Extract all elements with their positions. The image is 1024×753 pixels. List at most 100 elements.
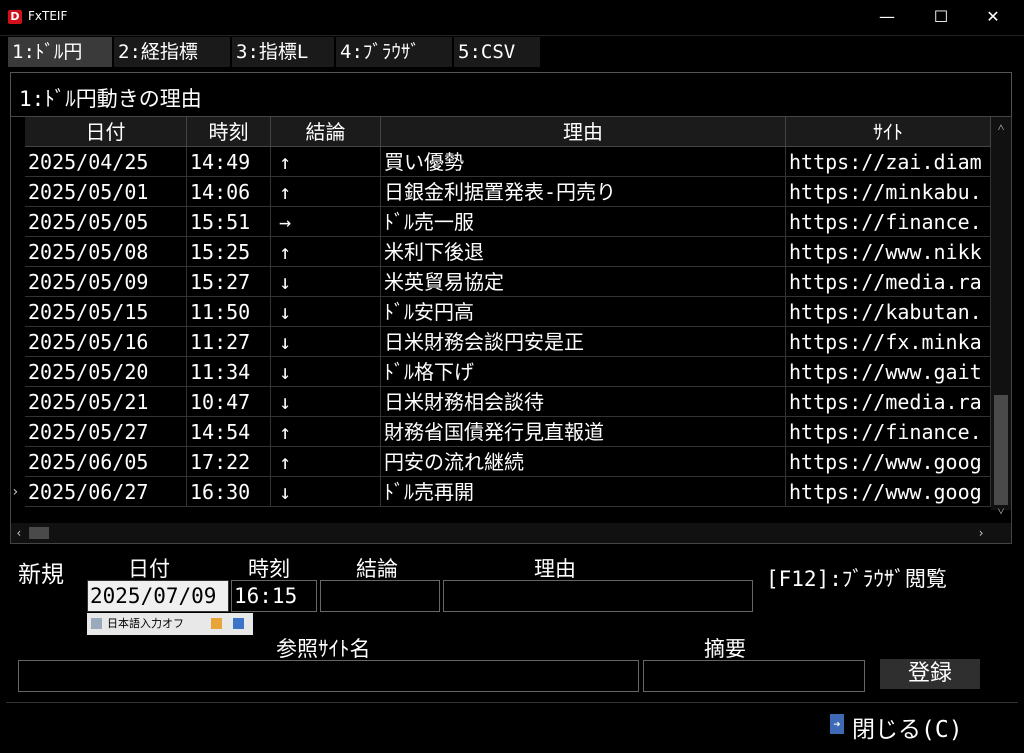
cell-site[interactable]: https://www.gait bbox=[786, 357, 991, 387]
tab-csv[interactable]: 5:CSV bbox=[454, 37, 540, 67]
cell-site[interactable]: https://finance. bbox=[786, 417, 991, 447]
cell-date[interactable]: 2025/06/27 bbox=[25, 477, 187, 507]
table-row[interactable]: 2025/05/01 14:06 ↑ 日銀金利据置発表-円売り https://mink… bbox=[11, 177, 991, 207]
cell-site[interactable]: https://www.goog bbox=[786, 477, 991, 507]
tab-usdjpy[interactable]: 1:ﾄﾞﾙ円 bbox=[8, 37, 112, 67]
column-header-site[interactable]: ｻｲﾄ bbox=[786, 117, 991, 147]
table-row[interactable]: 2025/05/27 14:54 ↑ 財務省国債発行見直報道 https://finan… bbox=[11, 417, 991, 447]
maximize-button[interactable]: ☐ bbox=[918, 0, 964, 34]
scroll-left-icon[interactable]: ‹ bbox=[11, 525, 27, 541]
cell-reason[interactable]: ﾄﾞﾙ売再開 bbox=[381, 477, 786, 507]
cell-reason[interactable]: 日銀金利据置発表-円売り bbox=[381, 177, 786, 207]
cell-conclusion[interactable]: ↓ bbox=[271, 267, 381, 297]
date-input[interactable]: 2025/07/09 bbox=[87, 580, 229, 612]
register-button[interactable]: 登録 bbox=[880, 659, 980, 689]
table-row[interactable]: 2025/05/09 15:27 ↓ 米英貿易協定 https://media.ra bbox=[11, 267, 991, 297]
cell-reason[interactable]: 日米財務相会談待 bbox=[381, 387, 786, 417]
cell-conclusion[interactable]: ↓ bbox=[271, 357, 381, 387]
table-row[interactable]: 2025/05/15 11:50 ↓ ﾄﾞﾙ安円高 https://kabutan. bbox=[11, 297, 991, 327]
cell-time[interactable]: 10:47 bbox=[187, 387, 271, 417]
ime-menu-icon[interactable] bbox=[233, 618, 244, 629]
cell-site[interactable]: https://minkabu. bbox=[786, 177, 991, 207]
scroll-down-icon[interactable]: ˅ bbox=[991, 503, 1011, 519]
cell-date[interactable]: 2025/05/21 bbox=[25, 387, 187, 417]
time-input[interactable]: 16:15 bbox=[231, 580, 317, 612]
cell-conclusion[interactable]: ↑ bbox=[271, 447, 381, 477]
close-window-button[interactable]: ✕ bbox=[970, 0, 1016, 34]
site-name-input[interactable] bbox=[18, 660, 639, 692]
cell-date[interactable]: 2025/05/09 bbox=[25, 267, 187, 297]
table-row[interactable]: 2025/06/05 17:22 ↑ 円安の流れ継続 https://www.goog bbox=[11, 447, 991, 477]
minimize-button[interactable]: — bbox=[864, 0, 910, 34]
cell-time[interactable]: 15:25 bbox=[187, 237, 271, 267]
tab-indicator-list[interactable]: 3:指標L bbox=[232, 37, 334, 67]
cell-time[interactable]: 17:22 bbox=[187, 447, 271, 477]
cell-conclusion[interactable]: ↓ bbox=[271, 327, 381, 357]
table-row[interactable]: 2025/05/05 15:51 → ﾄﾞﾙ売一服 https://finance. bbox=[11, 207, 991, 237]
horizontal-scroll-thumb[interactable] bbox=[29, 527, 49, 539]
column-header-conclusion[interactable]: 結論 bbox=[271, 117, 381, 147]
summary-input[interactable] bbox=[643, 660, 865, 692]
cell-site[interactable]: https://www.goog bbox=[786, 447, 991, 477]
table-row[interactable]: 2025/04/25 14:49 ↑ 買い優勢 https://zai.diam bbox=[11, 147, 991, 177]
column-header-date[interactable]: 日付 bbox=[25, 117, 187, 147]
cell-conclusion[interactable]: ↓ bbox=[271, 477, 381, 507]
scroll-up-icon[interactable]: ˄ bbox=[991, 119, 1011, 135]
table-row[interactable]: 2025/05/21 10:47 ↓ 日米財務相会談待 https://media.ra bbox=[11, 387, 991, 417]
scroll-right-icon[interactable]: › bbox=[973, 525, 989, 541]
cell-date[interactable]: 2025/05/15 bbox=[25, 297, 187, 327]
cell-site[interactable]: https://www.nikk bbox=[786, 237, 991, 267]
table-row[interactable]: › 2025/06/27 16:30 ↓ ﾄﾞﾙ売再開 https://www.goog bbox=[11, 477, 991, 507]
ime-close-icon[interactable] bbox=[91, 618, 102, 629]
vertical-scroll-thumb[interactable] bbox=[994, 395, 1008, 505]
cell-conclusion[interactable]: ↓ bbox=[271, 387, 381, 417]
vertical-scrollbar[interactable]: ˄ ˅ bbox=[991, 117, 1011, 518]
cell-time[interactable]: 16:30 bbox=[187, 477, 271, 507]
cell-site[interactable]: https://zai.diam bbox=[786, 147, 991, 177]
cell-reason[interactable]: ﾄﾞﾙ格下げ bbox=[381, 357, 786, 387]
cell-date[interactable]: 2025/05/05 bbox=[25, 207, 187, 237]
horizontal-scrollbar[interactable]: ‹ › bbox=[11, 523, 1011, 543]
cell-conclusion[interactable]: ↑ bbox=[271, 237, 381, 267]
cell-reason[interactable]: 円安の流れ継続 bbox=[381, 447, 786, 477]
reason-input[interactable] bbox=[443, 580, 753, 612]
cell-time[interactable]: 14:49 bbox=[187, 147, 271, 177]
cell-time[interactable]: 11:34 bbox=[187, 357, 271, 387]
cell-date[interactable]: 2025/05/27 bbox=[25, 417, 187, 447]
close-button[interactable]: 閉じる(C) bbox=[852, 710, 963, 744]
cell-date[interactable]: 2025/05/01 bbox=[25, 177, 187, 207]
cell-time[interactable]: 15:51 bbox=[187, 207, 271, 237]
table-row[interactable]: 2025/05/20 11:34 ↓ ﾄﾞﾙ格下げ https://www.gait bbox=[11, 357, 991, 387]
cell-conclusion[interactable]: ↓ bbox=[271, 297, 381, 327]
cell-date[interactable]: 2025/06/05 bbox=[25, 447, 187, 477]
cell-site[interactable]: https://media.ra bbox=[786, 267, 991, 297]
cell-reason[interactable]: 買い優勢 bbox=[381, 147, 786, 177]
cell-date[interactable]: 2025/05/08 bbox=[25, 237, 187, 267]
cell-conclusion[interactable]: ↑ bbox=[271, 147, 381, 177]
cell-reason[interactable]: 米英貿易協定 bbox=[381, 267, 786, 297]
cell-site[interactable]: https://finance. bbox=[786, 207, 991, 237]
cell-time[interactable]: 14:54 bbox=[187, 417, 271, 447]
cell-site[interactable]: https://media.ra bbox=[786, 387, 991, 417]
cell-time[interactable]: 11:27 bbox=[187, 327, 271, 357]
cell-reason[interactable]: ﾄﾞﾙ安円高 bbox=[381, 297, 786, 327]
cell-site[interactable]: https://kabutan. bbox=[786, 297, 991, 327]
cell-conclusion[interactable]: ↑ bbox=[271, 417, 381, 447]
cell-date[interactable]: 2025/04/25 bbox=[25, 147, 187, 177]
cell-date[interactable]: 2025/05/20 bbox=[25, 357, 187, 387]
conclusion-input[interactable] bbox=[320, 580, 440, 612]
cell-reason[interactable]: 日米財務会談円安是正 bbox=[381, 327, 786, 357]
cell-date[interactable]: 2025/05/16 bbox=[25, 327, 187, 357]
cell-site[interactable]: https://fx.minka bbox=[786, 327, 991, 357]
cell-time[interactable]: 15:27 bbox=[187, 267, 271, 297]
cell-reason[interactable]: ﾄﾞﾙ売一服 bbox=[381, 207, 786, 237]
cell-reason[interactable]: 財務省国債発行見直報道 bbox=[381, 417, 786, 447]
column-header-reason[interactable]: 理由 bbox=[381, 117, 786, 147]
column-header-time[interactable]: 時刻 bbox=[187, 117, 271, 147]
table-row[interactable]: 2025/05/08 15:25 ↑ 米利下後退 https://www.nikk bbox=[11, 237, 991, 267]
cell-conclusion[interactable]: ↑ bbox=[271, 177, 381, 207]
cell-reason[interactable]: 米利下後退 bbox=[381, 237, 786, 267]
cell-time[interactable]: 14:06 bbox=[187, 177, 271, 207]
tab-browser[interactable]: 4:ﾌﾞﾗｳｻﾞ bbox=[336, 37, 452, 67]
ime-pad-icon[interactable] bbox=[211, 618, 222, 629]
